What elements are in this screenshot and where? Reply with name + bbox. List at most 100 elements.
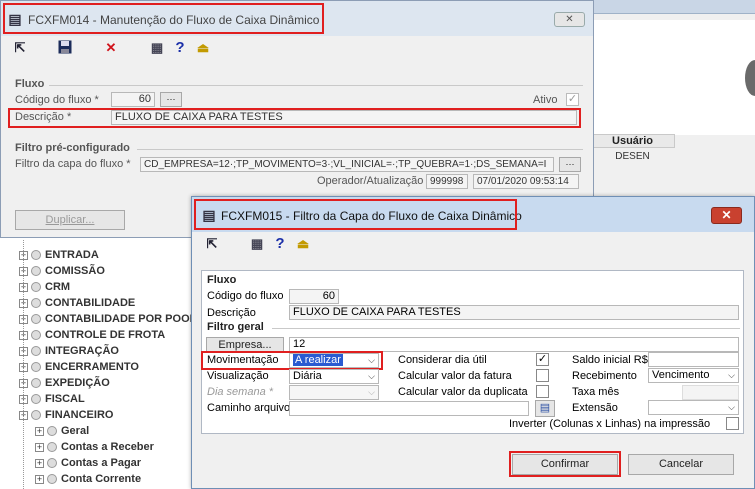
close-button[interactable]: ✕ (554, 12, 585, 27)
operador-field: 999998 (426, 174, 468, 189)
divider (137, 149, 583, 150)
inverter-label: Inverter (Colunas x Linhas) na impressão (509, 418, 711, 430)
node-icon (31, 250, 41, 261)
filtro-field[interactable]: CD_EMPRESA=12·;TP_MOVIMENTO=3·;VL_INICIA… (140, 157, 554, 172)
tree-item-label: INTEGRAÇÃO (45, 345, 119, 357)
node-icon (31, 266, 41, 277)
tree-item-label: FISCAL (45, 393, 85, 405)
table-cell-user: DESEN (615, 151, 650, 162)
tree-item[interactable]: + COMISSÃO (19, 263, 105, 279)
expand-icon[interactable]: + (35, 426, 44, 436)
inverter-checkbox[interactable] (726, 417, 739, 430)
taxa-field[interactable] (682, 385, 739, 400)
tree-item[interactable]: + Conta Corrente (35, 471, 141, 487)
navigate-icon[interactable]: ⇱ (204, 236, 220, 252)
calculator-icon[interactable]: ▦ (249, 236, 265, 252)
recebimento-value: Vencimento (652, 369, 710, 381)
codigo-label: Código do fluxo * (15, 94, 99, 106)
tree-item[interactable]: + CONTROLE DE FROTA (19, 327, 165, 343)
background-panel (590, 20, 755, 135)
visualizacao-label: Visualização (207, 370, 269, 382)
tree-item[interactable]: + ENCERRAMENTO (19, 359, 139, 375)
tree-item-label: Contas a Pagar (61, 457, 142, 469)
descricao-field: FLUXO DE CAIXA PARA TESTES (289, 305, 739, 320)
tree-item-label: FINANCEIRO (45, 409, 114, 421)
help-icon[interactable]: ? (172, 40, 188, 56)
recebimento-select[interactable]: Vencimento ⌵ (648, 368, 739, 383)
calc-fatura-checkbox[interactable] (536, 369, 549, 382)
tree-item-label: CRM (45, 281, 71, 293)
column-header-usuario[interactable]: Usuário (590, 134, 675, 148)
tree-connector (23, 240, 24, 489)
node-icon (47, 442, 57, 453)
background-titlebar (590, 0, 755, 14)
extensao-select[interactable]: ⌵ (648, 400, 739, 415)
tree-item[interactable]: + Geral (35, 423, 89, 439)
duplicar-button[interactable]: Duplicar... (15, 210, 125, 230)
delete-icon[interactable]: ✕ (103, 40, 119, 56)
tree-item-label: Geral (61, 425, 90, 437)
ativo-checkbox[interactable]: ✓ (566, 93, 579, 106)
codigo-field: 60 (289, 289, 339, 304)
expand-icon[interactable]: + (35, 474, 44, 484)
data-field: 07/01/2020 09:53:14 (473, 174, 579, 189)
node-icon (31, 362, 41, 373)
highlight-title (194, 199, 517, 230)
tree-item[interactable]: + CONTABILIDADE (19, 295, 135, 311)
calc-duplicata-checkbox[interactable] (536, 385, 549, 398)
tree-item[interactable]: + Contas a Receber (35, 439, 154, 455)
recebimento-label: Recebimento (572, 370, 637, 382)
caminho-field[interactable] (289, 401, 529, 416)
tree-item[interactable]: + CRM (19, 279, 70, 295)
cancelar-button[interactable]: Cancelar (628, 454, 734, 475)
saldo-field[interactable] (648, 352, 739, 367)
dia-semana-select[interactable]: ⌵ (289, 385, 379, 400)
save-icon[interactable] (57, 40, 73, 56)
operador-label: Operador/Atualização (317, 175, 424, 187)
help-icon[interactable]: ? (272, 236, 288, 252)
node-icon (31, 330, 41, 341)
node-icon (47, 474, 57, 485)
tree-item[interactable]: + EXPEDIÇÃO (19, 375, 110, 391)
tree-item[interactable]: + FINANCEIRO (19, 407, 113, 423)
divider (49, 85, 583, 86)
exit-icon[interactable]: ⏏ (295, 236, 311, 252)
section-filtro: Filtro pré-configurado (15, 142, 130, 154)
tree-item[interactable]: + CONTABILIDADE POR POOL (19, 311, 196, 327)
filtro-lookup-button[interactable]: ⋯ (559, 157, 581, 172)
expand-icon[interactable]: + (35, 458, 44, 468)
tree-item[interactable]: + Contas a Pagar (35, 455, 141, 471)
node-icon (31, 314, 41, 325)
extensao-label: Extensão (572, 402, 618, 414)
tree-item[interactable]: + ENTRADA (19, 247, 99, 263)
chevron-down-icon: ⌵ (728, 370, 735, 380)
expand-icon[interactable]: + (35, 442, 44, 452)
codigo-field[interactable]: 60 (111, 92, 155, 107)
lookup-button[interactable]: ⋯ (160, 92, 182, 107)
calculator-icon[interactable]: ▦ (149, 40, 165, 56)
tree-item[interactable]: + INTEGRAÇÃO (19, 343, 119, 359)
close-button[interactable]: ✕ (711, 207, 742, 224)
considerar-checkbox[interactable]: ✓ (536, 353, 549, 366)
empresa-field[interactable]: 12 (289, 337, 739, 352)
window-fcxfm015: ▤ FCXFM015 - Filtro da Capa do Fluxo de … (191, 196, 755, 489)
tree-item-label: CONTABILIDADE (45, 297, 136, 309)
node-icon (31, 346, 41, 357)
calc-duplicata-label: Calcular valor da duplicata (398, 386, 528, 398)
visualizacao-select[interactable]: Diária ⌵ (289, 369, 379, 384)
dia-semana-label: Dia semana * (207, 386, 274, 398)
section-fluxo: Fluxo (207, 274, 237, 286)
node-icon (31, 282, 41, 293)
tree-item[interactable]: + FISCAL (19, 391, 85, 407)
tree-item-label: ENTRADA (45, 249, 99, 261)
exit-icon[interactable]: ⏏ (195, 40, 211, 56)
highlight-title (3, 3, 324, 34)
folder-browse-icon[interactable]: ▤ (535, 400, 555, 417)
navigate-icon[interactable]: ⇱ (12, 40, 28, 56)
highlight-confirmar (509, 451, 621, 477)
node-icon (47, 458, 57, 469)
section-fluxo: Fluxo (15, 78, 45, 90)
filtro-label: Filtro da capa do fluxo * (15, 158, 131, 170)
highlight-descricao (8, 108, 581, 128)
tree-item-label: EXPEDIÇÃO (45, 377, 110, 389)
